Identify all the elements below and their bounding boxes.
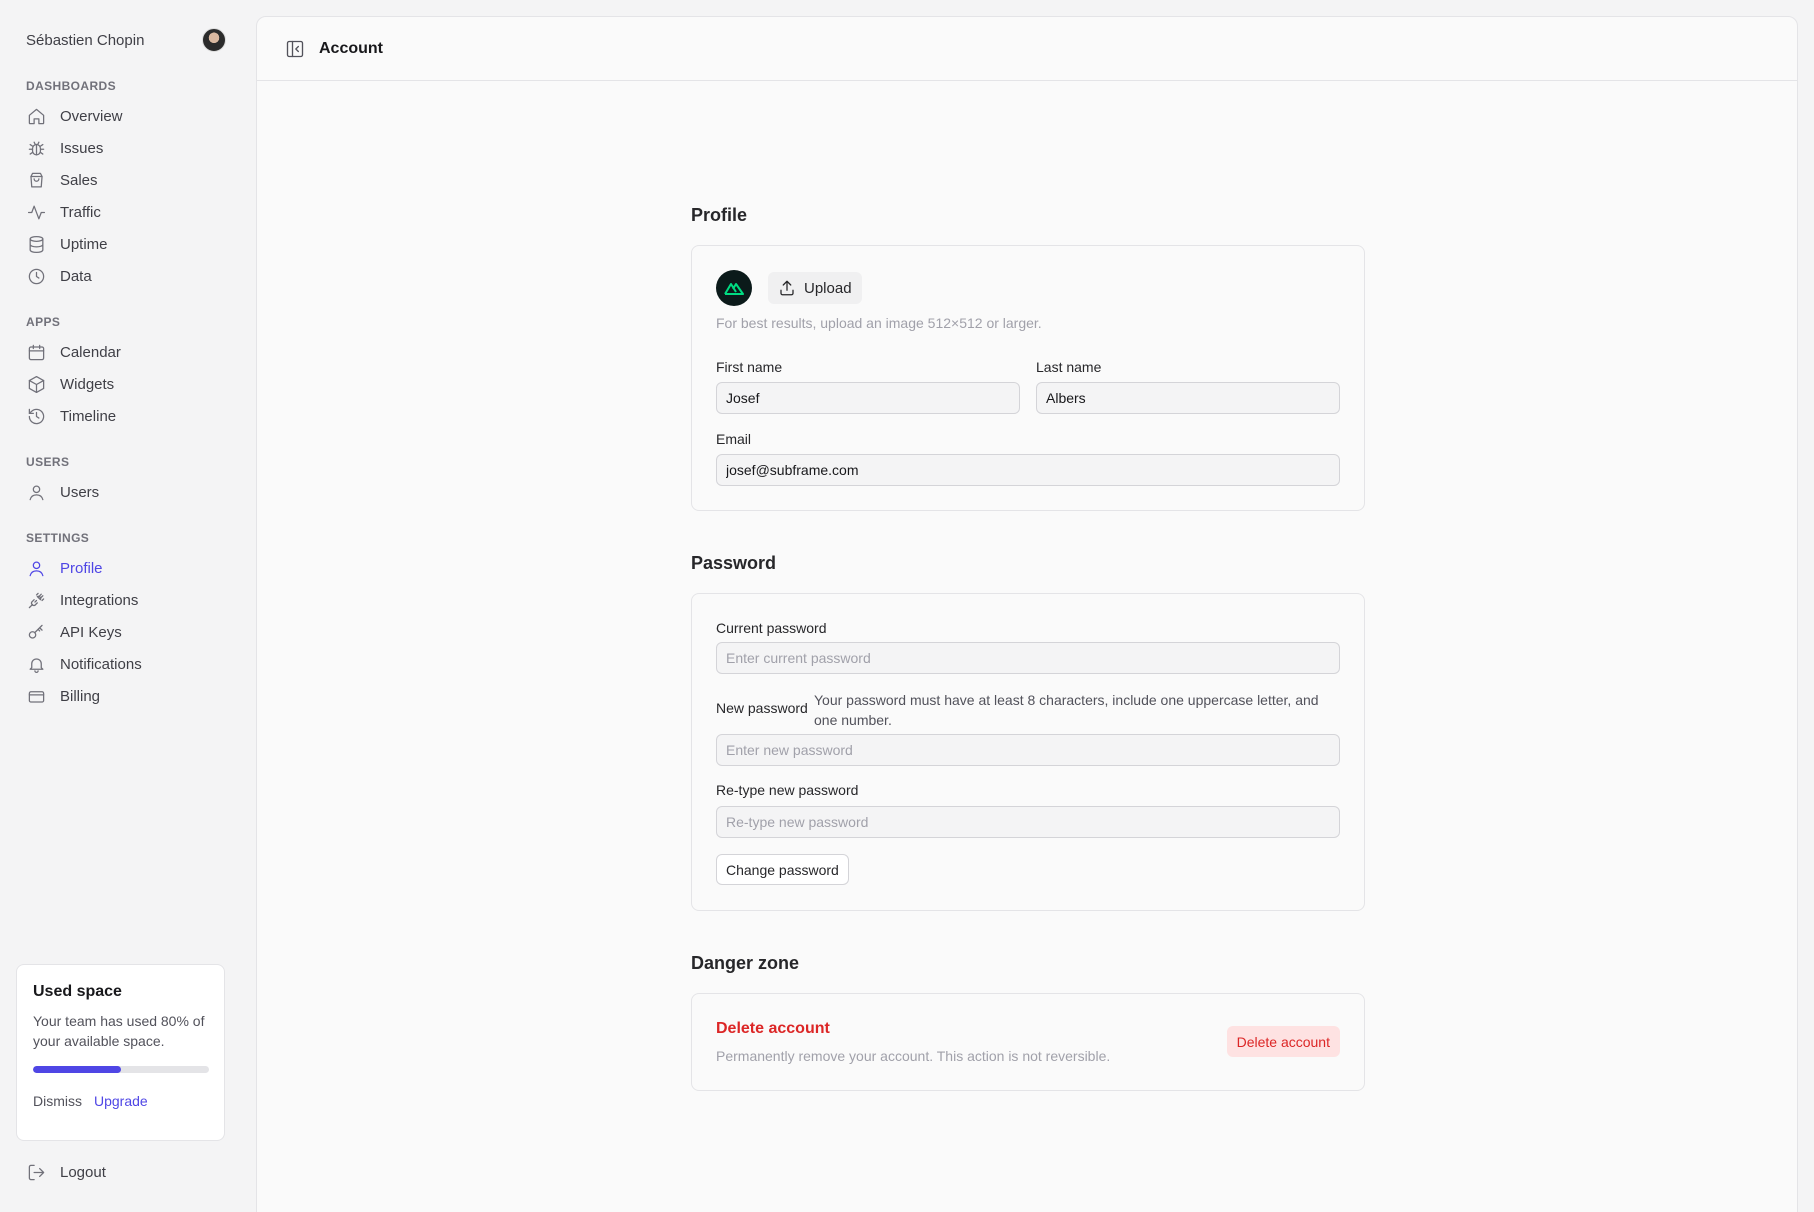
sidebar-item-profile[interactable]: Profile xyxy=(26,556,103,580)
calendar-icon xyxy=(26,342,46,362)
page-title: Account xyxy=(319,39,383,57)
sidebar-item-label: Billing xyxy=(60,687,101,705)
database-icon xyxy=(26,234,46,254)
cube-icon xyxy=(26,374,46,394)
plug-icon xyxy=(26,590,46,610)
bell-icon xyxy=(26,654,46,674)
upload-label: Upload xyxy=(804,279,852,297)
sidebar-item-integrations[interactable]: Integrations xyxy=(26,588,138,612)
main-panel: Account Profile Upload For best results,… xyxy=(256,16,1798,1212)
avatar[interactable] xyxy=(202,28,226,52)
new-password-label: New password xyxy=(716,700,808,716)
sidebar-item-calendar[interactable]: Calendar xyxy=(26,340,121,364)
sidebar-item-label: Issues xyxy=(60,139,104,157)
first-name-label: First name xyxy=(716,359,783,375)
new-password-field[interactable] xyxy=(716,734,1340,766)
upload-button[interactable]: Upload xyxy=(768,272,862,304)
section-label-dashboards: DASHBOARDS xyxy=(26,79,117,93)
logout-icon xyxy=(26,1162,46,1182)
sidebar-item-issues[interactable]: Issues xyxy=(26,136,103,160)
history-icon xyxy=(26,406,46,426)
retype-password-field[interactable] xyxy=(716,806,1340,838)
sidebar-item-label: Overview xyxy=(60,107,123,125)
used-space-progress-fill xyxy=(33,1066,121,1073)
sidebar-item-sales[interactable]: Sales xyxy=(26,168,98,192)
sidebar-item-uptime[interactable]: Uptime xyxy=(26,232,108,256)
user-name: Sébastien Chopin xyxy=(26,31,145,49)
sidebar-item-label: Users xyxy=(60,483,100,501)
current-password-field[interactable] xyxy=(716,642,1340,674)
bug-icon xyxy=(26,138,46,158)
sidebar-toggle-icon[interactable] xyxy=(285,39,305,59)
password-card: Current password New password Your passw… xyxy=(691,593,1365,911)
section-label-users: USERS xyxy=(26,455,70,469)
sidebar-item-label: Sales xyxy=(60,171,98,189)
sidebar-item-notifications[interactable]: Notifications xyxy=(26,652,142,676)
delete-account-title: Delete account xyxy=(716,1020,830,1037)
sidebar-item-label: Traffic xyxy=(60,203,101,221)
email-field[interactable] xyxy=(716,454,1340,486)
sidebar: Sébastien Chopin DASHBOARDS Overview Iss… xyxy=(0,0,256,1212)
clock-icon xyxy=(26,266,46,286)
used-space-card: Used space Your team has used 80% of you… xyxy=(16,964,225,1141)
topbar: Account xyxy=(257,17,1797,81)
sidebar-item-timeline[interactable]: Timeline xyxy=(26,404,116,428)
sidebar-item-label: Integrations xyxy=(60,591,139,609)
sidebar-item-label: Data xyxy=(60,267,92,285)
sidebar-item-label: Timeline xyxy=(60,407,117,425)
sidebar-item-api-keys[interactable]: API Keys xyxy=(26,620,122,644)
email-label: Email xyxy=(716,431,752,447)
profile-heading: Profile xyxy=(691,205,748,225)
password-heading: Password xyxy=(691,553,777,573)
sidebar-item-widgets[interactable]: Widgets xyxy=(26,372,114,396)
key-icon xyxy=(26,622,46,642)
user-icon xyxy=(26,558,46,578)
sidebar-item-label: Notifications xyxy=(60,655,142,673)
logout-button[interactable]: Logout xyxy=(26,1160,106,1184)
upload-icon xyxy=(780,280,794,296)
change-password-button[interactable]: Change password xyxy=(716,854,849,885)
credit-card-icon xyxy=(26,686,46,706)
logout-label: Logout xyxy=(60,1163,106,1181)
sidebar-item-label: Uptime xyxy=(60,235,108,253)
sidebar-item-label: Profile xyxy=(60,559,103,577)
sidebar-item-data[interactable]: Data xyxy=(26,264,92,288)
sidebar-item-billing[interactable]: Billing xyxy=(26,684,100,708)
delete-account-button[interactable]: Delete account xyxy=(1226,1026,1340,1057)
profile-card: Upload For best results, upload an image… xyxy=(691,245,1365,511)
user-icon xyxy=(26,482,46,502)
sidebar-item-label: Calendar xyxy=(60,343,121,361)
password-rule-text: Your password must have at least 8 chara… xyxy=(814,692,1319,728)
first-name-field[interactable] xyxy=(716,382,1020,414)
sidebar-item-users[interactable]: Users xyxy=(26,480,99,504)
upload-hint: For best results, upload an image 512×51… xyxy=(716,315,1042,331)
sidebar-item-traffic[interactable]: Traffic xyxy=(26,200,101,224)
sidebar-item-label: Widgets xyxy=(60,375,115,393)
used-space-progress xyxy=(33,1066,209,1073)
shopping-bag-icon xyxy=(26,170,46,190)
sidebar-item-overview[interactable]: Overview xyxy=(26,104,123,128)
home-icon xyxy=(26,106,46,126)
activity-icon xyxy=(26,202,46,222)
last-name-field[interactable] xyxy=(1036,382,1340,414)
user-menu[interactable]: Sébastien Chopin xyxy=(26,26,226,54)
section-label-apps: APPS xyxy=(26,315,61,329)
sidebar-item-label: API Keys xyxy=(60,623,122,641)
dismiss-link[interactable]: Dismiss xyxy=(33,1093,82,1109)
profile-logo-icon xyxy=(716,270,752,306)
current-password-label: Current password xyxy=(716,620,827,636)
delete-account-description: Permanently remove your account. This ac… xyxy=(716,1048,1111,1064)
section-label-settings: SETTINGS xyxy=(26,531,90,545)
retype-password-label: Re-type new password xyxy=(716,782,859,798)
upgrade-link[interactable]: Upgrade xyxy=(94,1093,148,1109)
used-space-text: Your team has used 80% of your available… xyxy=(33,1013,205,1049)
used-space-title: Used space xyxy=(33,983,122,1000)
last-name-label: Last name xyxy=(1036,359,1102,375)
danger-zone-card: Delete account Permanently remove your a… xyxy=(691,993,1365,1091)
danger-zone-heading: Danger zone xyxy=(691,953,800,973)
